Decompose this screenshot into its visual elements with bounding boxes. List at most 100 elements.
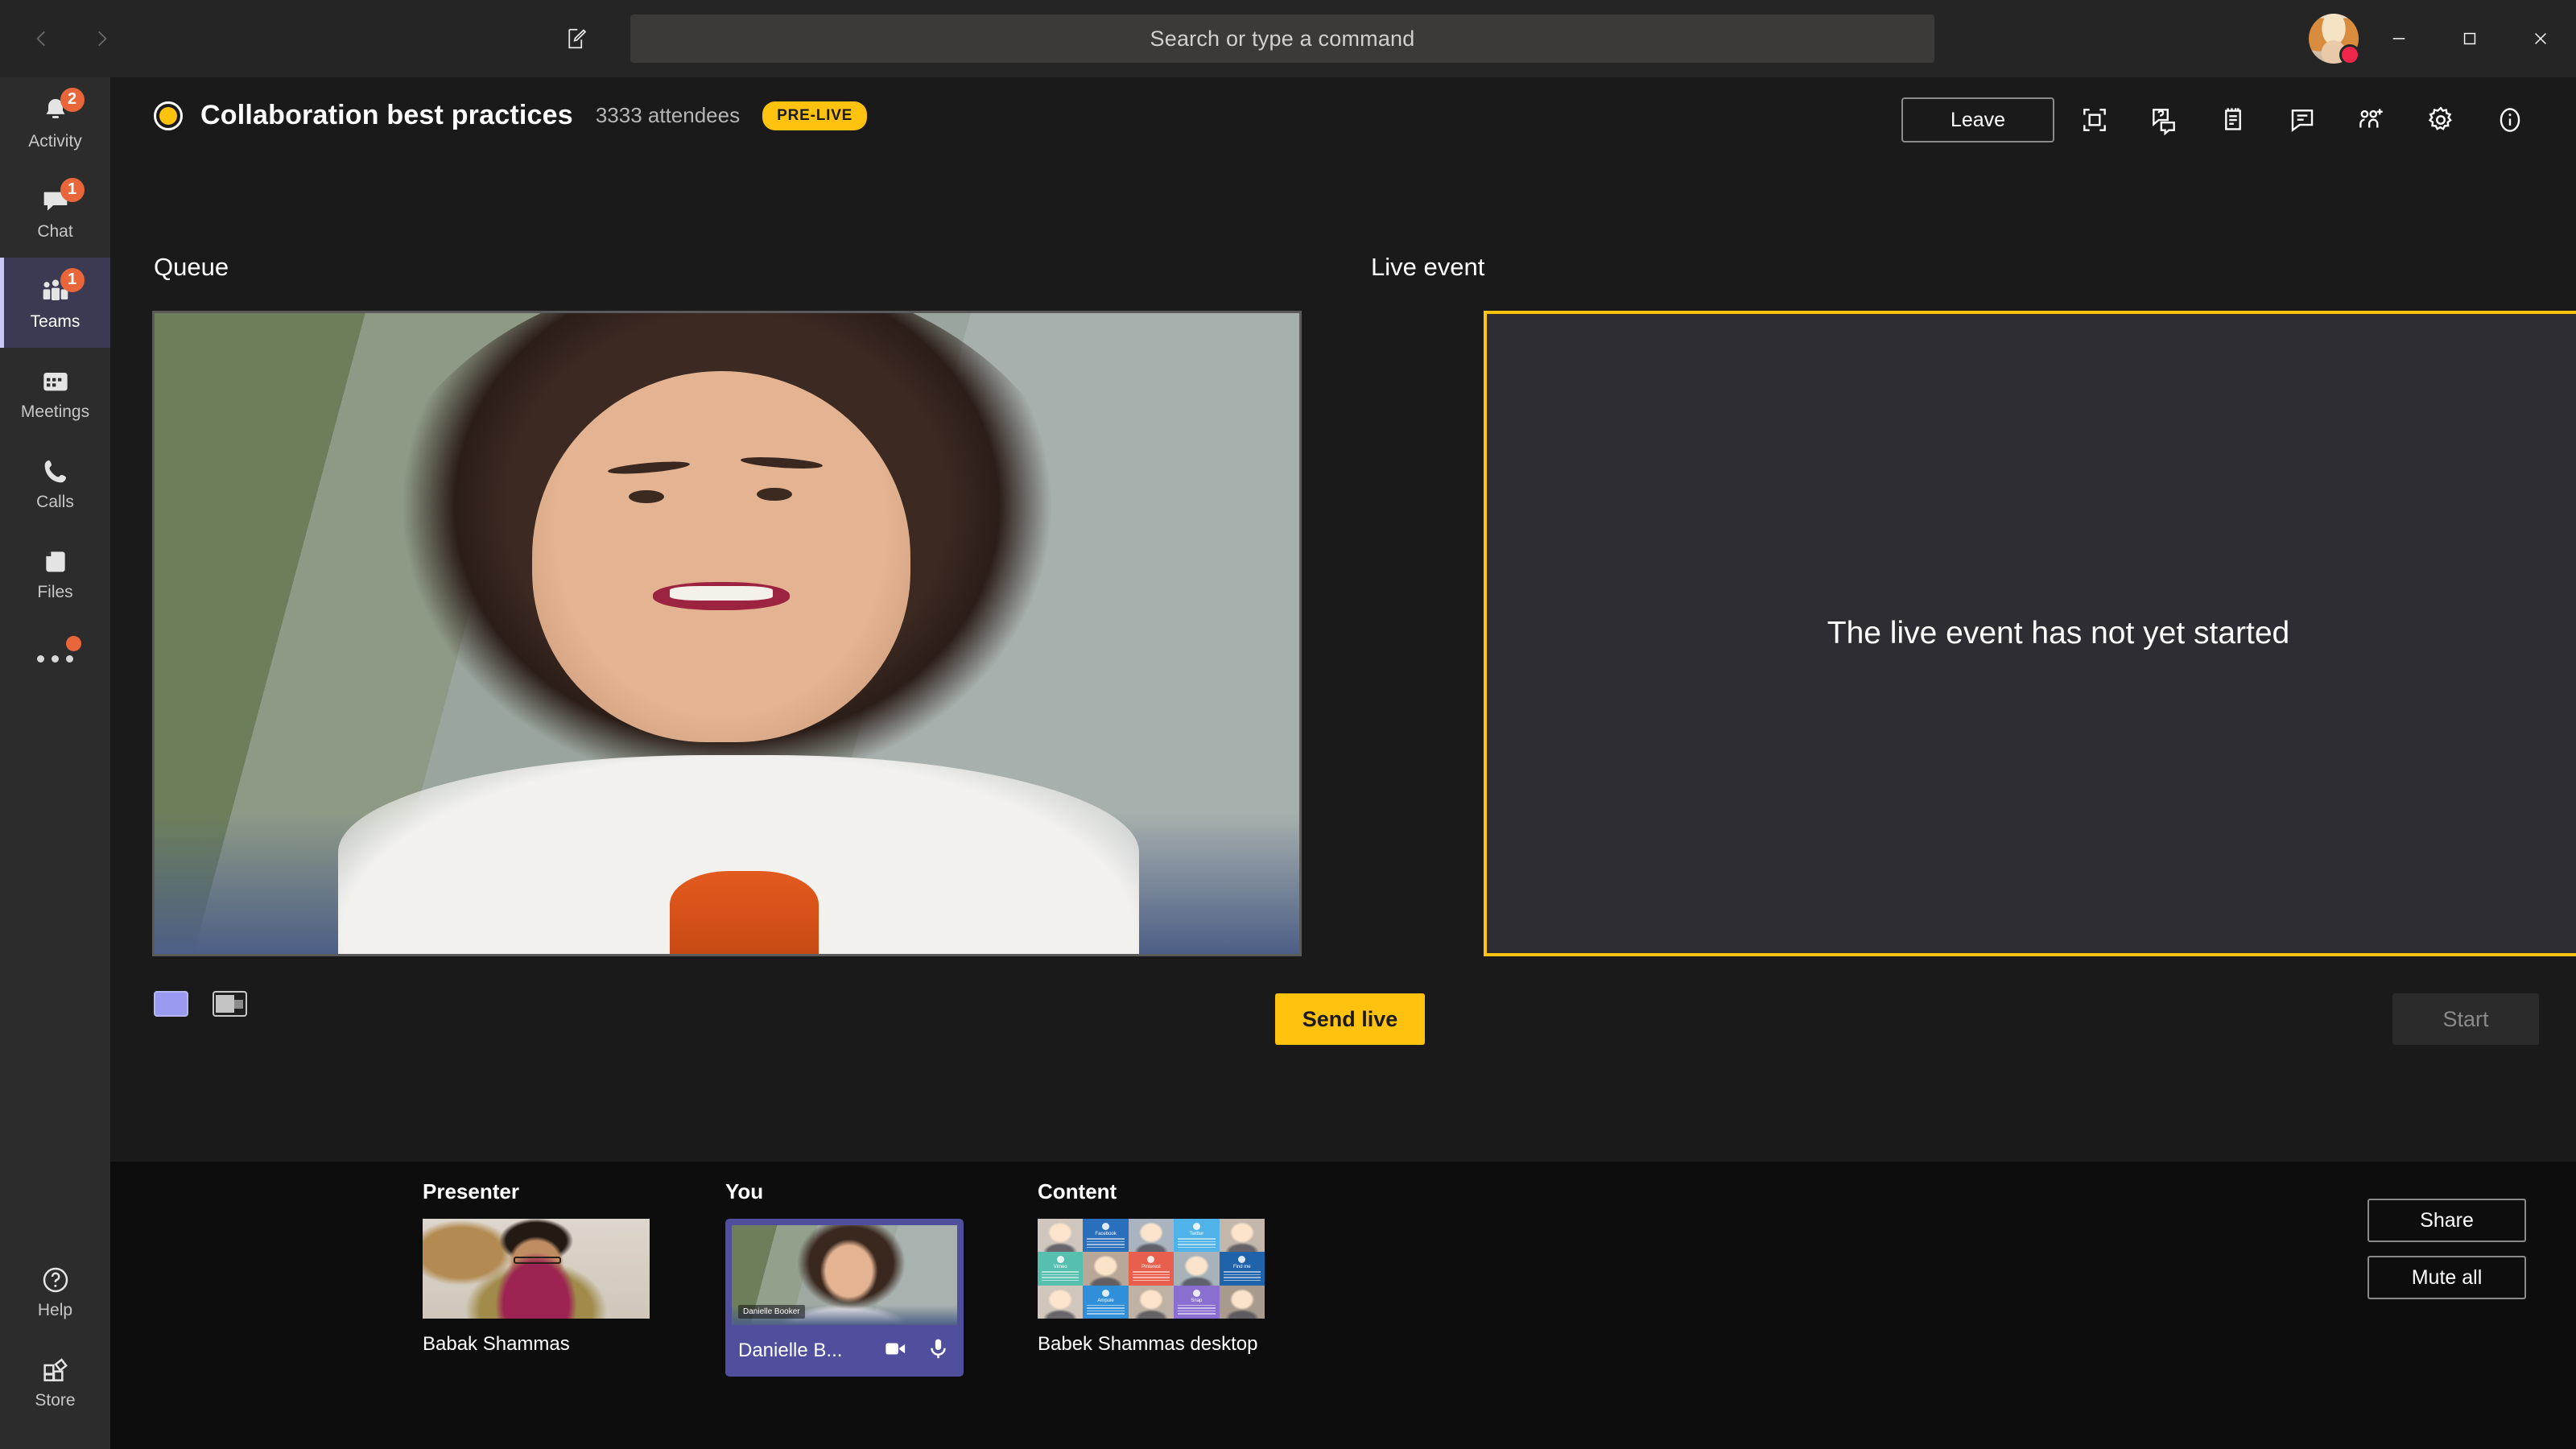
sidebar-item-activity[interactable]: 2 Activity — [0, 77, 110, 167]
preview-teeth — [669, 586, 773, 601]
sidebar-item-chat[interactable]: 1 Chat — [0, 167, 110, 258]
info-icon[interactable] — [2481, 95, 2539, 145]
teams-badge: 1 — [60, 267, 85, 292]
tray-group-content: Content Facebook Twitter Vimeo Pinterest Fin… — [1038, 1179, 1265, 1356]
event-header: Collaboration best practices 3333 attend… — [154, 100, 868, 131]
sidebar-label-teams: Teams — [30, 312, 80, 331]
microphone-icon[interactable] — [926, 1336, 951, 1365]
sidebar-item-teams[interactable]: 1 Teams — [0, 258, 110, 348]
close-button[interactable] — [2505, 0, 2576, 77]
sidebar-item-calls[interactable]: Calls — [0, 438, 110, 528]
meeting-chat-icon[interactable] — [2273, 95, 2331, 145]
presenter-thumbnail[interactable] — [423, 1219, 650, 1319]
content-grid-cell — [1038, 1285, 1084, 1319]
queue-label: Queue — [154, 253, 229, 281]
content-grid-cell: Twitter — [1174, 1219, 1220, 1253]
bell-icon: 2 — [38, 87, 85, 128]
you-name: Danielle B... — [738, 1340, 843, 1361]
layout-single-icon[interactable] — [154, 991, 188, 1017]
sidebar-label-store: Store — [35, 1390, 76, 1410]
tray-action-buttons: Share Mute all — [2368, 1199, 2526, 1299]
live-event-panel: The live event has not yet started — [1484, 311, 2576, 956]
window-controls — [2363, 0, 2576, 77]
leave-button[interactable]: Leave — [1901, 97, 2054, 142]
content-grid-cell: Snap — [1174, 1285, 1220, 1319]
tray-heading-presenter: Presenter — [423, 1179, 519, 1203]
live-event-label: Live event — [1371, 253, 1485, 281]
back-button[interactable] — [23, 19, 61, 58]
sidebar-item-more[interactable] — [0, 618, 110, 699]
calendar-icon — [38, 365, 73, 398]
layout-picture-in-picture-icon[interactable] — [213, 991, 247, 1017]
content-tile-grid: Facebook Twitter Vimeo Pinterest Find me Ampu… — [1038, 1219, 1265, 1319]
activity-badge: 2 — [60, 87, 85, 112]
content-grid-cell — [1128, 1285, 1174, 1319]
content-grid-cell: Find me — [1219, 1252, 1265, 1286]
mute-all-button[interactable]: Mute all — [2368, 1256, 2526, 1299]
camera-icon[interactable] — [883, 1336, 908, 1365]
share-button[interactable]: Share — [2368, 1199, 2526, 1242]
settings-gear-icon[interactable] — [2412, 95, 2470, 145]
content-grid-cell — [1083, 1252, 1129, 1286]
add-participants-icon[interactable] — [2343, 95, 2401, 145]
content-grid-cell: Pinterest — [1128, 1252, 1174, 1286]
you-controls-bar: Danielle B... — [732, 1325, 957, 1377]
content-grid-cell — [1128, 1219, 1174, 1253]
qna-icon[interactable] — [2135, 95, 2193, 145]
start-button[interactable]: Start — [2392, 993, 2539, 1045]
you-thumbnail: Danielle Booker — [732, 1225, 957, 1325]
search-input[interactable]: Search or type a command — [630, 14, 1934, 63]
store-icon — [38, 1353, 73, 1387]
minimize-button[interactable] — [2363, 0, 2434, 77]
content-name: Babek Shammas desktop — [1038, 1333, 1258, 1355]
tray-group-you: You Danielle Booker Danielle B... — [725, 1179, 964, 1377]
notes-icon[interactable] — [2204, 95, 2262, 145]
content-thumbnail[interactable]: Facebook Twitter Vimeo Pinterest Find me Ampu… — [1038, 1219, 1265, 1319]
tray-heading-you: You — [725, 1179, 764, 1203]
presence-status-badge — [2339, 44, 2360, 65]
ellipsis-icon — [37, 654, 73, 663]
content-grid-cell: Facebook — [1083, 1219, 1129, 1253]
sidebar-item-help[interactable]: Help — [0, 1246, 110, 1336]
preview-accent — [669, 870, 819, 954]
sidebar-item-files[interactable]: Files — [0, 528, 110, 618]
maximize-button[interactable] — [2434, 0, 2505, 77]
compose-new-icon[interactable] — [555, 18, 597, 60]
fullscreen-icon[interactable] — [2066, 95, 2124, 145]
forward-button[interactable] — [82, 19, 121, 58]
page-title: Collaboration best practices — [200, 100, 573, 130]
live-event-message: The live event has not yet started — [1827, 616, 2290, 650]
chat-badge: 1 — [60, 177, 85, 202]
send-live-button[interactable]: Send live — [1275, 993, 1425, 1045]
more-notification-dot — [66, 636, 81, 651]
queue-video-preview[interactable] — [152, 311, 1302, 956]
preview-eye-left — [628, 489, 664, 504]
queue-preview-image — [155, 313, 1299, 954]
rail-bottom-group: Help Store — [0, 1246, 110, 1426]
you-media-controls — [883, 1336, 951, 1365]
sidebar-label-calls: Calls — [36, 492, 74, 511]
tray-group-presenter: Presenter Babak Shammas — [423, 1179, 650, 1356]
meeting-toolbar: Leave — [1901, 95, 2539, 145]
navigation-arrows — [23, 19, 121, 58]
tray-heading-content: Content — [1038, 1179, 1117, 1203]
content-grid-cell — [1038, 1219, 1084, 1253]
content-grid-cell — [1174, 1252, 1220, 1286]
files-icon — [38, 545, 73, 579]
sidebar-label-files: Files — [37, 582, 73, 601]
avatar[interactable] — [2309, 14, 2360, 65]
sidebar-item-store[interactable]: Store — [0, 1336, 110, 1426]
content-grid-cell — [1219, 1219, 1265, 1253]
sidebar-label-activity: Activity — [28, 131, 82, 151]
sidebar-label-meetings: Meetings — [20, 402, 90, 421]
main-content: Collaboration best practices 3333 attend… — [110, 77, 2576, 1162]
preview-eye-right — [756, 487, 793, 502]
presenter-name: Babak Shammas — [423, 1333, 570, 1355]
status-badge: PRE-LIVE — [762, 101, 868, 130]
sidebar-item-meetings[interactable]: Meetings — [0, 348, 110, 438]
presenter-glasses — [513, 1257, 562, 1264]
live-status-icon — [154, 101, 183, 130]
you-tile[interactable]: Danielle Booker Danielle B... — [725, 1219, 964, 1377]
you-thumbnail-caption: Danielle Booker — [738, 1305, 805, 1319]
chat-icon: 1 — [38, 177, 85, 218]
